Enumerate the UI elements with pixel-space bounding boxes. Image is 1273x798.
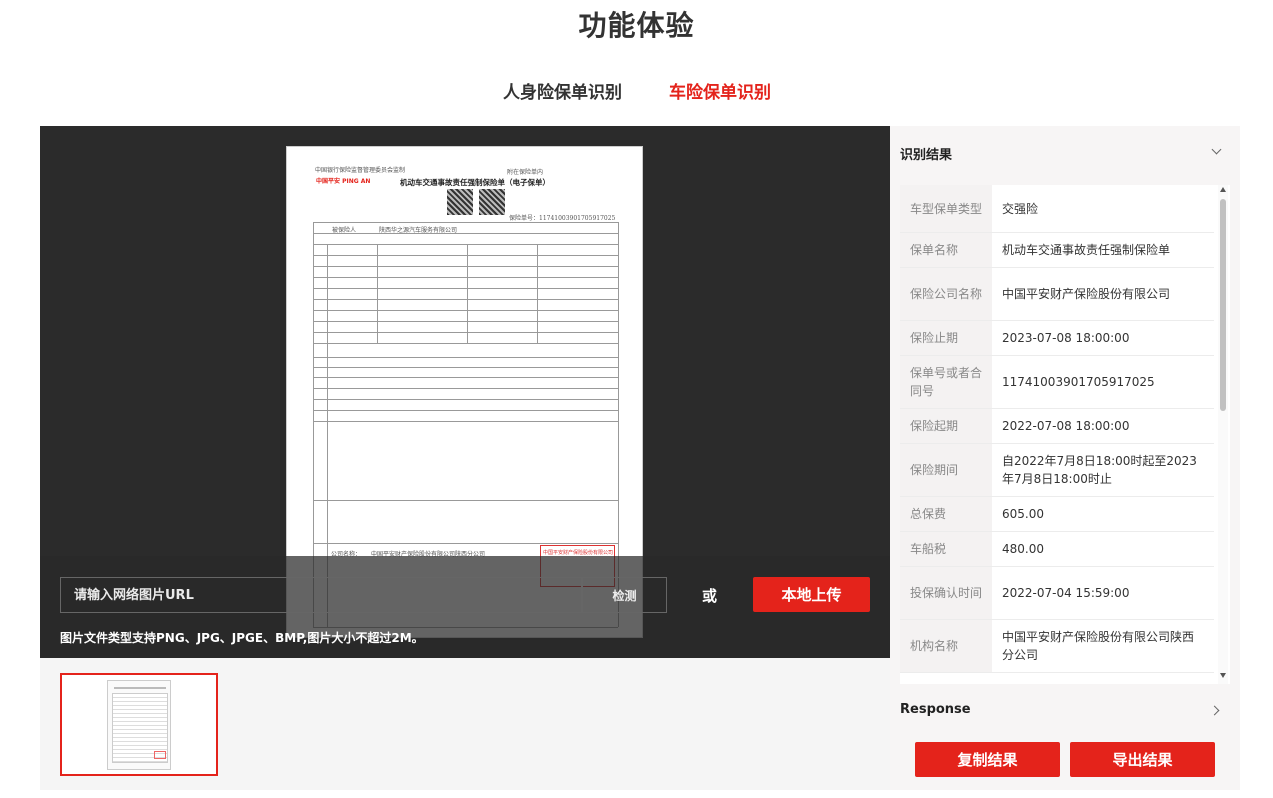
image-viewer: 中国银行保险监督管理委员会监制 中国平安 PING AN 附在保险单内 机动车交…: [40, 126, 890, 658]
scrollbar-thumb[interactable]: [1220, 199, 1226, 411]
check-button[interactable]: 检测: [582, 577, 667, 613]
thumbnail-document-image: [107, 680, 171, 770]
field-value: 2022-07-04 15:59:00: [1002, 586, 1130, 600]
field-value: 605.00: [1002, 507, 1044, 521]
field-value: 中国平安财产保险股份有限公司: [1002, 287, 1171, 301]
results-panel: 识别结果 车型保单类型 交强险 保单名称 机动车交通事故责任强制保险单 保险公司…: [890, 126, 1240, 790]
image-url-input[interactable]: [60, 577, 582, 613]
field-key: 保单号或者合同号: [900, 356, 992, 408]
copy-result-button[interactable]: 复制结果: [915, 742, 1060, 777]
results-table: 车型保单类型 交强险 保单名称 机动车交通事故责任强制保险单 保险公司名称 中国…: [900, 185, 1230, 684]
page-title: 功能体验: [578, 9, 695, 42]
thumbnail-strip: [40, 658, 890, 790]
scroll-down-icon[interactable]: [1220, 673, 1226, 678]
field-key: 保险起期: [900, 409, 992, 443]
results-scrollbar[interactable]: [1218, 185, 1228, 684]
field-key: 保单名称: [900, 233, 992, 267]
upload-bar: 检测 或 本地上传 图片文件类型支持PNG、JPG、JPGE、BMP,图片大小不…: [40, 556, 890, 658]
table-row: 保险期间 自2022年7月8日18:00时起至2023年7月8日18:00时止: [900, 444, 1214, 497]
tab-personal-insurance[interactable]: 人身险保单识别: [503, 78, 622, 103]
doc-insured-value: 陕西华之源汽车服务有限公司: [379, 227, 458, 234]
table-row: 总保费 605.00: [900, 497, 1214, 532]
qr-code-icon: [447, 189, 473, 215]
field-value: 交强险: [1002, 201, 1039, 216]
field-value: 中国平安财产保险股份有限公司陕西分公司: [1002, 630, 1195, 662]
doc-insured-label: 被保险人: [332, 227, 357, 234]
table-row: 车船税 480.00: [900, 532, 1214, 567]
field-key: 投保确认时间: [900, 567, 992, 619]
table-row: 车型保单类型 交强险: [900, 185, 1214, 233]
qr-code-icon: [479, 189, 505, 215]
doc-brand-logo: 中国平安 PING AN: [316, 178, 371, 185]
table-row: 保险公司名称 中国平安财产保险股份有限公司: [900, 268, 1214, 321]
doc-policy-no: 保险单号：11741003901705917025: [509, 215, 616, 222]
field-key: 保险公司名称: [900, 268, 992, 320]
table-row: 保单名称 机动车交通事故责任强制保险单: [900, 233, 1214, 268]
field-value: 自2022年7月8日18:00时起至2023年7月8日18:00时止: [1002, 454, 1197, 486]
table-row: 投保确认时间 2022-07-04 15:59:00: [900, 567, 1214, 620]
response-section-label[interactable]: Response: [900, 702, 971, 717]
field-key: 车船税: [900, 532, 992, 566]
doc-header-right: 附在保险单内: [507, 169, 544, 176]
chevron-down-icon[interactable]: [1211, 144, 1222, 155]
field-value: 2022-07-08 18:00:00: [1002, 419, 1130, 433]
field-value: 机动车交通事故责任强制保险单: [1002, 243, 1171, 257]
upload-hint: 图片文件类型支持PNG、JPG、JPGE、BMP,图片大小不超过2M。: [60, 631, 424, 645]
field-value: 11741003901705917025: [1002, 375, 1155, 389]
chevron-right-icon[interactable]: [1209, 705, 1220, 716]
field-key: 机构名称: [900, 620, 992, 672]
table-row: 保险止期 2023-07-08 18:00:00: [900, 321, 1214, 356]
table-row: 保单号或者合同号 11741003901705917025: [900, 356, 1214, 409]
tab-vehicle-insurance[interactable]: 车险保单识别: [669, 78, 771, 103]
field-key: 车型保单类型: [900, 185, 992, 232]
field-key: 保险止期: [900, 321, 992, 355]
table-row: 保险起期 2022-07-08 18:00:00: [900, 409, 1214, 444]
results-header: 识别结果: [900, 148, 953, 163]
export-result-button[interactable]: 导出结果: [1070, 742, 1215, 777]
or-separator: 或: [702, 587, 718, 605]
local-upload-button[interactable]: 本地上传: [753, 577, 870, 612]
thumbnail-selected[interactable]: [60, 673, 218, 776]
field-key: 总保费: [900, 497, 992, 531]
scroll-up-icon[interactable]: [1220, 187, 1226, 192]
field-value: 2023-07-08 18:00:00: [1002, 331, 1130, 345]
doc-header-left: 中国银行保险监督管理委员会监制: [315, 167, 406, 174]
doc-title: 机动车交通事故责任强制保险单（电子保单）: [400, 178, 550, 187]
field-value: 480.00: [1002, 542, 1044, 556]
field-key: 保险期间: [900, 444, 992, 496]
table-row: 机构名称 中国平安财产保险股份有限公司陕西分公司: [900, 620, 1214, 673]
